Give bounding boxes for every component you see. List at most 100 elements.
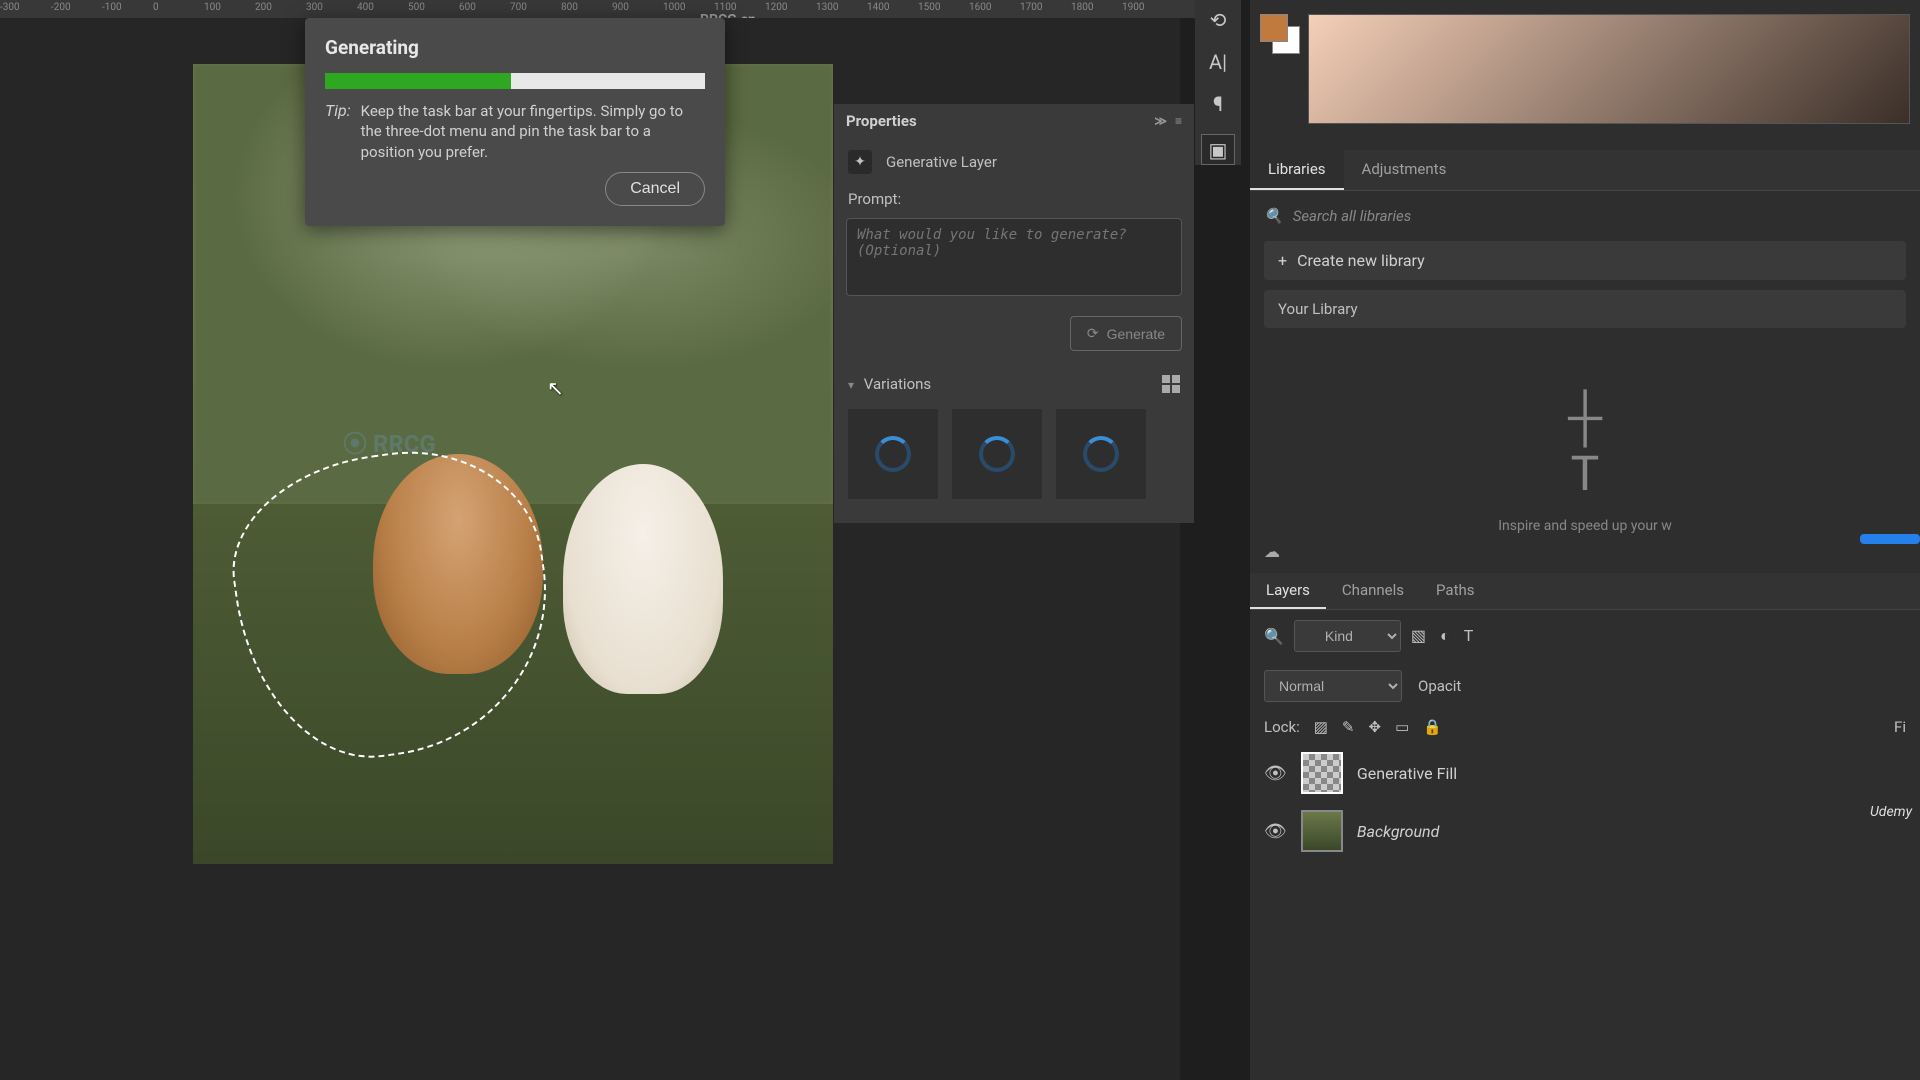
variation-thumb-2[interactable] xyxy=(952,409,1042,499)
inspire-text: Inspire and speed up your w xyxy=(1498,518,1672,534)
layer-thumbnail[interactable] xyxy=(1301,810,1343,852)
generate-button-label: Generate xyxy=(1107,326,1165,342)
ruler-tick: -100 xyxy=(102,2,122,13)
ruler-tick: 700 xyxy=(510,2,527,13)
filter-pixel-icon[interactable]: ▧ xyxy=(1411,626,1426,646)
watermark-logo-faint: ⦿ RRCG xyxy=(343,424,436,459)
filter-type-icon[interactable]: T xyxy=(1464,626,1474,646)
panel-menu-icon[interactable]: ≡ xyxy=(1175,114,1182,128)
variation-thumb-1[interactable] xyxy=(848,409,938,499)
lock-position-icon[interactable]: ✥ xyxy=(1369,718,1382,736)
lock-label: Lock: xyxy=(1264,718,1300,736)
layer-kind-filter[interactable]: Kind xyxy=(1294,620,1401,652)
progress-fill xyxy=(325,73,511,89)
ruler-tick: 1500 xyxy=(918,2,940,13)
chevron-down-icon[interactable]: ▾ xyxy=(848,378,854,392)
loading-spinner-icon xyxy=(875,436,911,472)
search-libraries-placeholder[interactable]: Search all libraries xyxy=(1293,207,1412,225)
loading-spinner-icon xyxy=(979,436,1015,472)
ruler-tick: 200 xyxy=(255,2,272,13)
frame-tool-icon[interactable]: ▣ xyxy=(1201,134,1235,165)
search-icon[interactable]: 🔍 xyxy=(1264,627,1284,646)
variation-thumb-3[interactable] xyxy=(1056,409,1146,499)
tip-text: Keep the task bar at your fingertips. Si… xyxy=(361,101,705,162)
create-new-library-label: Create new library xyxy=(1297,251,1425,270)
ruler-tick: 1700 xyxy=(1020,2,1042,13)
tip-label: Tip: xyxy=(325,101,351,162)
layer-name-label: Background xyxy=(1357,822,1440,841)
character-icon[interactable]: A| xyxy=(1209,50,1227,74)
cancel-button[interactable]: Cancel xyxy=(605,172,705,206)
generate-icon: ⟳ xyxy=(1087,325,1099,342)
search-icon[interactable]: 🔍 xyxy=(1264,207,1283,225)
progress-bar xyxy=(325,73,705,89)
panel-collapse-icon[interactable]: ≫ xyxy=(1154,114,1167,128)
ruler-tick: -200 xyxy=(51,2,71,13)
ruler-tick: 1200 xyxy=(765,2,787,13)
ruler-tick: 1400 xyxy=(867,2,889,13)
layer-thumbnail[interactable] xyxy=(1301,752,1343,794)
ruler-tick: 900 xyxy=(612,2,629,13)
ruler-tick: 1000 xyxy=(663,2,685,13)
tab-paths[interactable]: Paths xyxy=(1420,573,1490,609)
ruler-tick: 1900 xyxy=(1122,2,1144,13)
paragraph-icon[interactable]: ¶ xyxy=(1213,92,1223,116)
mouse-cursor-icon xyxy=(547,376,559,394)
ruler-tick: 0 xyxy=(153,2,159,13)
ruler-tick: 600 xyxy=(459,2,476,13)
ruler-tick: 400 xyxy=(357,2,374,13)
right-collapsed-panel-strip: ⟲ A| ¶ ▣ xyxy=(1195,0,1241,165)
generating-dialog: Generating Tip: Keep the task bar at you… xyxy=(305,18,725,226)
udemy-watermark: Udemy xyxy=(1870,804,1912,820)
tab-layers[interactable]: Layers xyxy=(1250,573,1326,609)
ruler-tick: 1300 xyxy=(816,2,838,13)
tab-libraries[interactable]: Libraries xyxy=(1250,150,1344,190)
horizontal-ruler: -300 -200 -100 0 100 200 300 400 500 600 700 800 900… xyxy=(0,0,1200,18)
lock-all-icon[interactable]: 🔒 xyxy=(1423,718,1442,736)
properties-panel: Properties ≫ ≡ ✦ Generative Layer Prompt… xyxy=(834,104,1194,523)
history-icon[interactable]: ⟲ xyxy=(1210,8,1227,32)
ruler-tick: 1600 xyxy=(969,2,991,13)
color-swatch-pair[interactable] xyxy=(1260,14,1300,54)
ruler-tick: 500 xyxy=(408,2,425,13)
create-new-library-button[interactable]: + Create new library xyxy=(1264,241,1906,280)
gradient-preview[interactable] xyxy=(1308,14,1910,124)
layer-name-label: Generative Fill xyxy=(1357,764,1457,783)
generative-layer-label: Generative Layer xyxy=(886,153,997,171)
lock-brush-icon[interactable]: ✎ xyxy=(1342,718,1355,736)
ruler-tick: 100 xyxy=(204,2,221,13)
lock-transparency-icon[interactable]: ▨ xyxy=(1314,718,1328,736)
right-panel-group: Libraries Adjustments 🔍 Search all libra… xyxy=(1250,0,1920,1080)
tab-adjustments[interactable]: Adjustments xyxy=(1344,150,1465,190)
loading-spinner-icon xyxy=(1083,436,1119,472)
prompt-label: Prompt: xyxy=(834,186,1194,212)
generative-layer-icon: ✦ xyxy=(848,150,872,174)
visibility-eye-icon[interactable]: 👁 xyxy=(1264,763,1287,784)
ruler-tick: 800 xyxy=(561,2,578,13)
cta-button-partial[interactable] xyxy=(1860,534,1920,544)
ruler-tick: 1800 xyxy=(1071,2,1093,13)
ruler-tick: 300 xyxy=(306,2,323,13)
properties-panel-title: Properties xyxy=(846,112,917,130)
prompt-input[interactable] xyxy=(846,218,1182,296)
opacity-label: Opacit xyxy=(1418,677,1461,695)
plus-icon: + xyxy=(1278,251,1287,270)
filter-adjustment-icon[interactable]: ◐ xyxy=(1440,626,1450,646)
visibility-eye-icon[interactable]: 👁 xyxy=(1264,821,1287,842)
tab-channels[interactable]: Channels xyxy=(1326,573,1420,609)
dialog-title: Generating xyxy=(325,36,705,59)
layer-item-background[interactable]: 👁 Background xyxy=(1250,802,1920,860)
blend-mode-select[interactable]: Normal xyxy=(1264,670,1402,702)
foreground-color-swatch[interactable] xyxy=(1260,14,1288,42)
lock-artboard-icon[interactable]: ▭ xyxy=(1395,718,1409,736)
cloud-sync-icon[interactable]: ☁ xyxy=(1250,534,1920,569)
image-subject-dog-white xyxy=(563,464,723,694)
grid-view-icon[interactable] xyxy=(1162,375,1180,393)
your-library-item[interactable]: Your Library xyxy=(1264,290,1906,328)
fill-label: Fi xyxy=(1894,718,1906,736)
generate-button[interactable]: ⟳ Generate xyxy=(1070,316,1182,351)
ruler-tick: -300 xyxy=(0,2,20,13)
type-placeholder-icon: ┼T xyxy=(1250,388,1920,502)
layer-item-generative-fill[interactable]: 👁 Generative Fill xyxy=(1250,744,1920,802)
variations-label: Variations xyxy=(864,375,931,393)
